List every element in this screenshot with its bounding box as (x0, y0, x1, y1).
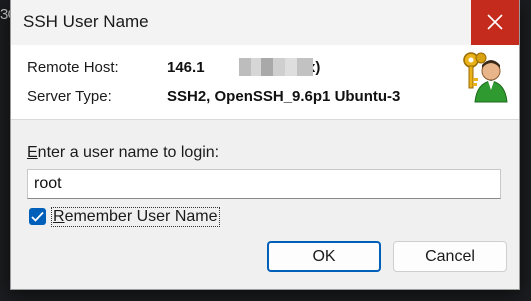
server-type-label: Server Type: (27, 88, 112, 105)
prompt-accelerator: E (27, 144, 38, 161)
redacted-ip-block (239, 58, 313, 76)
username-input[interactable] (27, 169, 501, 199)
title-bar[interactable]: SSH User Name (11, 0, 519, 45)
remote-host-label: Remote Host: (27, 59, 119, 76)
close-icon (487, 14, 503, 30)
cancel-button[interactable]: Cancel (393, 241, 507, 272)
server-type-value: SSH2, OpenSSH_9.6p1 Ubuntu-3 (167, 88, 401, 105)
check-icon (31, 211, 44, 222)
dialog-title: SSH User Name (23, 12, 149, 31)
close-button[interactable] (471, 0, 519, 45)
username-prompt: Enter a user name to login: (27, 144, 219, 162)
connection-info-panel (11, 45, 519, 120)
prompt-text: nter a user name to login: (37, 144, 220, 161)
remember-user-label[interactable]: Remember User Name (51, 207, 220, 227)
user-keys-icon (463, 52, 508, 103)
remember-accelerator: R (53, 208, 65, 225)
remember-text: emember User Name (64, 208, 218, 225)
ok-button[interactable]: OK (267, 241, 381, 272)
ssh-user-name-dialog: SSH User Name Remote Host: 146.1 2 (PT B… (10, 0, 520, 290)
remember-user-checkbox[interactable] (29, 208, 46, 225)
